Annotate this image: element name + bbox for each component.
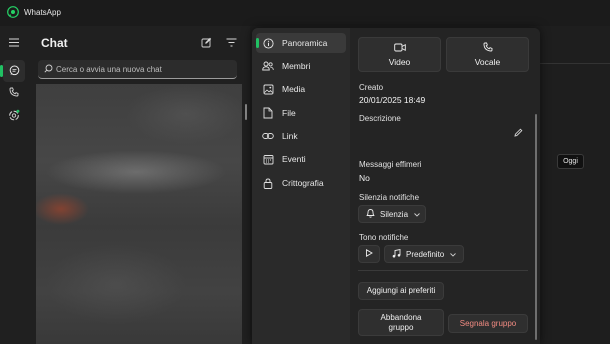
panel-scrollbar[interactable] — [535, 114, 537, 340]
whatsapp-logo-icon — [7, 6, 19, 18]
report-group-button[interactable]: Segnala gruppo — [448, 314, 528, 333]
mute-dropdown[interactable]: Silenzia — [358, 205, 426, 223]
tone-value: Predefinito — [406, 249, 445, 259]
title-bar: WhatsApp — [0, 0, 610, 26]
members-icon — [262, 60, 274, 72]
leave-group-button[interactable]: Abbandona gruppo — [358, 309, 444, 336]
section-divider — [358, 270, 528, 271]
menu-button[interactable] — [3, 32, 25, 54]
nav-label: Media — [282, 84, 306, 94]
chevron-down-icon — [414, 209, 420, 219]
lock-icon — [262, 177, 274, 189]
voice-call-button[interactable]: Vocale — [446, 37, 529, 72]
created-value: 20/01/2025 18:49 — [359, 95, 426, 105]
search-icon — [44, 64, 53, 75]
nav-label: Membri — [282, 61, 311, 71]
rail-calls-button[interactable] — [3, 82, 25, 104]
divider — [540, 63, 610, 64]
overview-content: Video Vocale Creato 20/01/2025 18:49 Des… — [350, 28, 540, 344]
phone-icon — [9, 87, 19, 99]
nav-eventi[interactable]: Eventi — [256, 149, 346, 169]
ephemeral-value: No — [359, 173, 370, 183]
nav-label: Eventi — [282, 154, 306, 164]
link-icon — [262, 130, 274, 142]
mute-label: Silenzia notifiche — [359, 193, 420, 202]
edit-pencil-icon[interactable] — [514, 128, 523, 139]
group-info-panel: Panoramica Membri Media File Link Eventi… — [252, 28, 540, 344]
video-call-label: Video — [388, 56, 411, 67]
description-label: Descrizione — [359, 114, 401, 123]
chat-list-blurred[interactable] — [36, 84, 242, 344]
chat-list-title: Chat — [41, 36, 68, 50]
search-box[interactable] — [38, 60, 237, 79]
calendar-icon — [262, 153, 274, 165]
nav-file[interactable]: File — [256, 103, 346, 123]
tone-label: Tono notifiche — [359, 233, 409, 242]
video-camera-icon — [393, 43, 406, 54]
play-icon — [365, 249, 373, 259]
mute-value: Silenzia — [380, 209, 409, 219]
nav-label: Link — [282, 131, 298, 141]
active-indicator — [256, 38, 259, 48]
new-chat-button[interactable] — [199, 36, 213, 50]
ephemeral-label: Messaggi effimeri — [359, 160, 422, 169]
status-ring-icon — [8, 109, 20, 123]
filter-icon — [226, 38, 237, 49]
file-icon — [262, 107, 274, 119]
leave-group-label: Abbandona gruppo — [380, 312, 422, 332]
bell-icon — [366, 208, 375, 220]
nav-label: Panoramica — [282, 38, 328, 48]
add-to-favorites-button[interactable]: Aggiungi ai preferiti — [358, 282, 444, 300]
filter-button[interactable] — [224, 36, 238, 50]
search-input[interactable] — [56, 60, 234, 78]
nav-link[interactable]: Link — [256, 126, 346, 146]
play-tone-button[interactable] — [358, 245, 380, 263]
created-label: Creato — [359, 83, 384, 92]
nav-media[interactable]: Media — [256, 79, 346, 99]
navigation-rail — [0, 26, 28, 344]
rail-status-button[interactable] — [3, 105, 25, 127]
phone-icon — [483, 42, 493, 54]
music-note-icon — [392, 248, 401, 260]
voice-call-label: Vocale — [474, 57, 501, 67]
rail-chats-button[interactable] — [3, 60, 25, 82]
tone-dropdown[interactable]: Predefinito — [384, 245, 464, 263]
date-chip: Oggi — [557, 154, 584, 169]
info-icon — [262, 37, 274, 49]
nav-label: File — [282, 108, 296, 118]
nav-panoramica[interactable]: Panoramica — [256, 33, 346, 53]
nav-membri[interactable]: Membri — [256, 56, 346, 76]
image-icon — [262, 83, 274, 95]
compose-icon — [201, 37, 212, 50]
hamburger-menu-icon — [9, 37, 19, 49]
video-call-button[interactable]: Video — [358, 37, 441, 72]
group-info-nav: Panoramica Membri Media File Link Eventi… — [252, 28, 350, 344]
chat-list-panel: Chat — [28, 26, 250, 344]
nav-label: Crittografia — [282, 178, 324, 188]
nav-crittografia[interactable]: Crittografia — [256, 173, 346, 193]
chat-bubble-icon — [9, 65, 20, 78]
app-title: WhatsApp — [24, 8, 61, 17]
chevron-down-icon — [450, 249, 457, 259]
chat-list-scrollbar[interactable] — [245, 104, 247, 120]
